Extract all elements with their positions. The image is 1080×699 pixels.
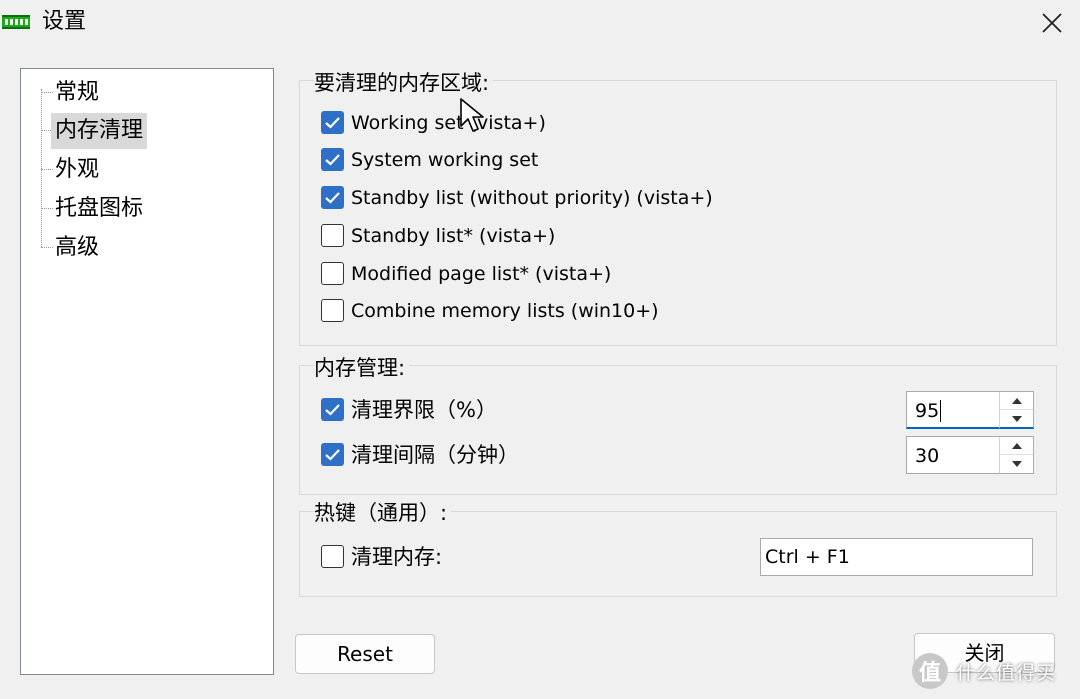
settings-tree[interactable]: 常规 内存清理 外观 托盘图标 高级 (20, 68, 274, 675)
close-window-button[interactable] (1028, 0, 1076, 46)
tree-item-label: 外观 (55, 157, 100, 182)
spin-buttons (999, 437, 1033, 473)
spin-down-button[interactable] (1000, 410, 1033, 428)
option-label: Standby list (without priority) (vista+) (351, 187, 713, 209)
option-label: 清理内存: (351, 545, 443, 569)
arrow-up-icon (1011, 442, 1022, 449)
hotkey-title: 热键（通用）: (314, 500, 452, 526)
option-label: Working set (vista+) (351, 112, 546, 134)
checkbox-unchecked[interactable] (321, 545, 344, 568)
tree-item-general[interactable]: 常规 (21, 73, 261, 111)
close-icon (1042, 13, 1062, 33)
watermark-text: 什么值得买 (956, 661, 1057, 684)
reset-button[interactable]: Reset (295, 634, 435, 674)
memory-management-title: 内存管理: (314, 355, 410, 381)
option-label: 清理间隔（分钟） (351, 443, 519, 467)
checkbox-checked[interactable] (321, 398, 344, 421)
option-label: Combine memory lists (win10+) (351, 300, 659, 322)
checkbox-checked[interactable] (321, 186, 344, 209)
spin-up-button[interactable] (1000, 392, 1033, 410)
tree-item-tray-icon[interactable]: 托盘图标 (21, 189, 261, 227)
checkbox-unchecked[interactable] (321, 262, 344, 285)
option-label: 清理界限（%） (351, 398, 497, 422)
spin-down-button[interactable] (1000, 455, 1033, 473)
memory-regions-title: 要清理的内存区域: (314, 70, 494, 96)
arrow-down-icon (1011, 461, 1022, 467)
tree-item-label: 高级 (55, 235, 100, 260)
memory-management-group (299, 365, 1057, 495)
memory-chip-icon (2, 14, 30, 29)
option-label: Standby list* (vista+) (351, 225, 556, 247)
watermark-logo: 值 (912, 653, 948, 689)
spin-buttons (999, 392, 1033, 428)
mouse-cursor-icon (460, 98, 486, 138)
tree-item-label: 常规 (55, 80, 100, 105)
interval-spinbox[interactable]: 30 (906, 436, 1034, 474)
title-bar: 设置 (0, 0, 1080, 46)
option-label: Modified page list* (vista+) (351, 263, 612, 285)
hotkey-input[interactable]: Ctrl + F1 (760, 538, 1033, 576)
text-caret (940, 400, 941, 422)
checkbox-unchecked[interactable] (321, 224, 344, 247)
checkbox-checked[interactable] (321, 148, 344, 171)
threshold-spinbox[interactable]: 95 (906, 391, 1034, 429)
arrow-down-icon (1011, 416, 1022, 422)
tree-item-appearance[interactable]: 外观 (21, 150, 261, 188)
tree-item-label: 托盘图标 (55, 196, 144, 221)
watermark: 值 什么值得买 (912, 648, 1080, 694)
checkbox-unchecked[interactable] (321, 299, 344, 322)
option-label: System working set (351, 149, 539, 171)
interval-value[interactable]: 30 (915, 443, 939, 469)
threshold-value[interactable]: 95 (915, 398, 939, 424)
checkbox-checked[interactable] (321, 111, 344, 134)
tree-item-advanced[interactable]: 高级 (21, 228, 261, 266)
window-title: 设置 (42, 9, 87, 34)
arrow-up-icon (1011, 397, 1022, 404)
checkbox-checked[interactable] (321, 443, 344, 466)
tree-item-label: 内存清理 (51, 113, 148, 149)
tree-item-memory-clean[interactable]: 内存清理 (21, 111, 261, 149)
spin-up-button[interactable] (1000, 437, 1033, 455)
